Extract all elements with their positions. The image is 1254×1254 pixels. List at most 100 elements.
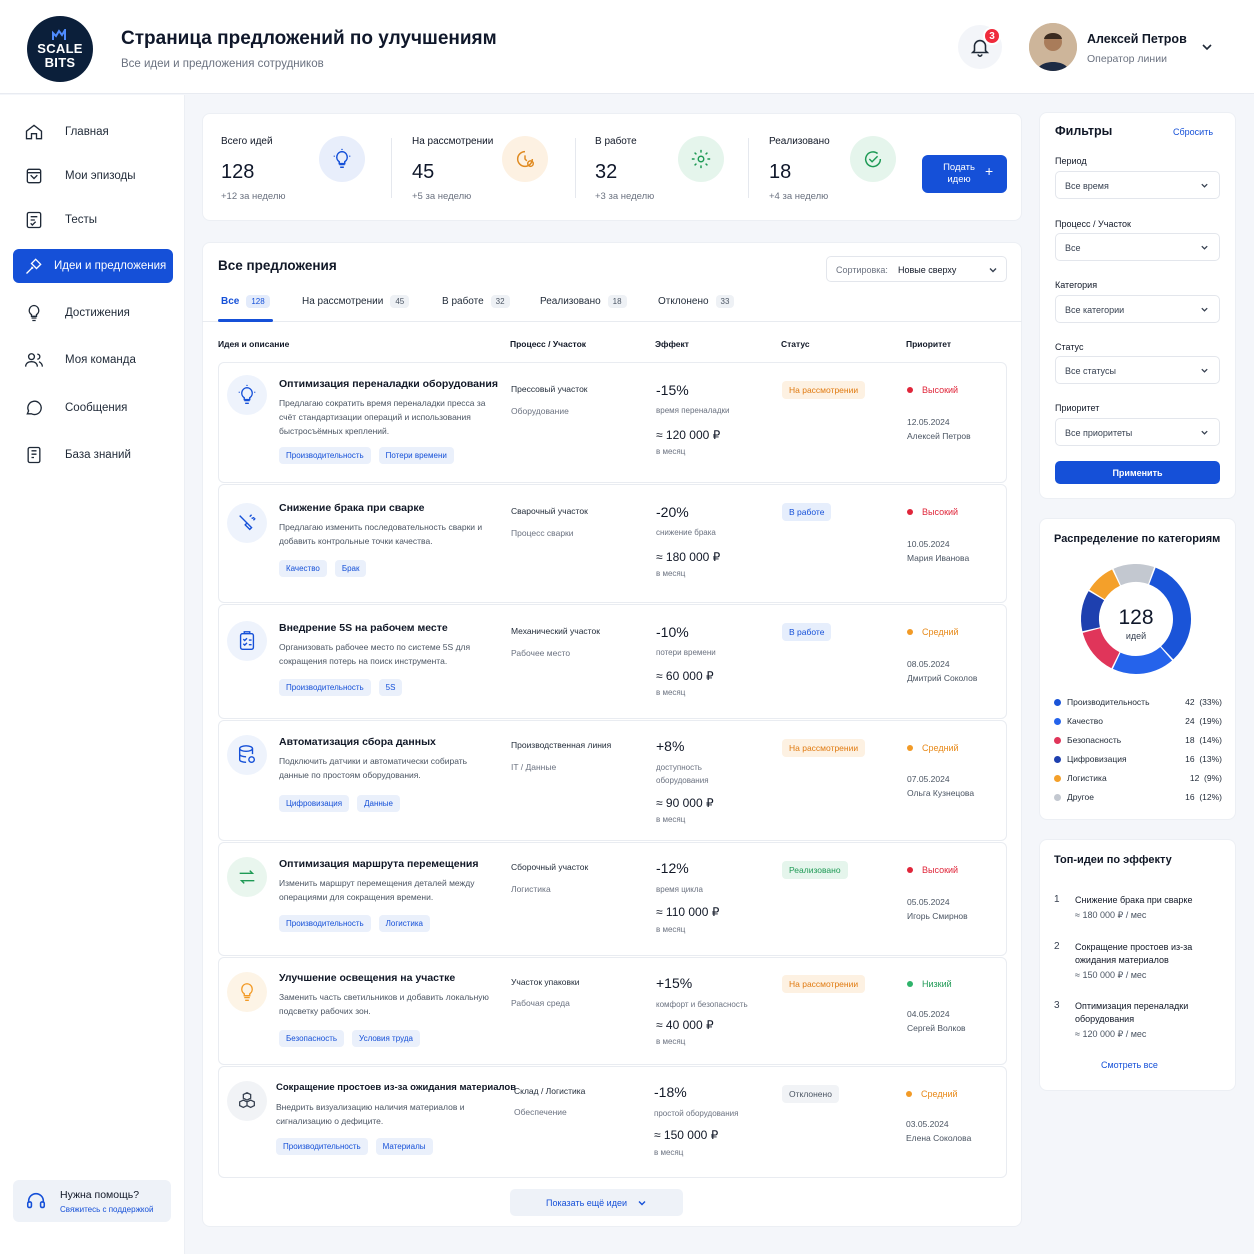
tag[interactable]: Логистика (378, 915, 430, 932)
clock-icon (502, 136, 548, 182)
tab-done[interactable]: Реализовано 18 (540, 294, 627, 308)
sort-select[interactable]: Сортировка: Новые сверху (826, 256, 1007, 282)
idea-description: Организовать рабочее место по системе 5S… (279, 642, 471, 666)
money-effect: ≈ 90 000 ₽ (656, 796, 714, 810)
table-row[interactable]: Оптимизация переналадки оборудования Пре… (218, 362, 1007, 483)
sidebar-item-team[interactable]: Моя команда (13, 343, 173, 377)
process-name: Прессовый участок (511, 384, 588, 394)
reset-filters-link[interactable]: Сбросить (1173, 127, 1213, 137)
tag[interactable]: Потери времени (378, 447, 454, 464)
scalebits-logo[interactable]: SCALE BITS (27, 16, 93, 82)
sidebar-item-tests[interactable]: Тесты (13, 203, 173, 237)
rank-number: 1 (1054, 894, 1060, 905)
process-select[interactable]: Все (1055, 233, 1220, 261)
idea-tags: Безопасность Условия труда (279, 1030, 420, 1047)
sidebar-item-home[interactable]: Главная (13, 115, 173, 149)
idea-description: Заменить часть светильников и добавить л… (279, 992, 489, 1016)
idea-title[interactable]: Оптимизация переналадки оборудования (279, 378, 498, 390)
sidebar-item-episodes[interactable]: Мои эпизоды (13, 159, 173, 193)
money-effect: ≈ 120 000 ₽ (656, 428, 721, 442)
select-value: Все приоритеты (1065, 428, 1133, 438)
idea-tags: Качество Брак (279, 560, 367, 577)
view-all-link[interactable]: Смотреть все (1101, 1060, 1158, 1070)
table-row[interactable]: Внедрение 5S на рабочем месте Организова… (218, 604, 1007, 719)
legend-item: Цифровизация 16 (13%) (1054, 753, 1222, 765)
tag[interactable]: Условия труда (352, 1030, 420, 1047)
avatar[interactable] (1029, 23, 1077, 71)
table-row[interactable]: Автоматизация сбора данных Подключить да… (218, 720, 1007, 841)
tag[interactable]: Качество (279, 560, 327, 577)
ideas-icon (23, 255, 45, 277)
money-effect: ≈ 60 000 ₽ (656, 669, 714, 683)
tag[interactable]: Производительность (279, 679, 371, 696)
tag[interactable]: Цифровизация (279, 795, 350, 812)
tag[interactable]: Производительность (279, 915, 371, 932)
idea-title[interactable]: Автоматизация сбора данных (279, 736, 436, 748)
tag[interactable]: Производительность (279, 447, 371, 464)
process-sub: Логистика (511, 884, 551, 894)
tab-label: В работе (442, 295, 484, 307)
sidebar-item-messages[interactable]: Сообщения (13, 391, 173, 425)
chevron-down-icon (637, 1198, 647, 1208)
status-select[interactable]: Все статусы (1055, 356, 1220, 384)
tab-label: Все (221, 295, 240, 307)
rank-number: 3 (1054, 1000, 1060, 1011)
priority-select[interactable]: Все приоритеты (1055, 418, 1220, 446)
tag[interactable]: Безопасность (279, 1030, 345, 1047)
team-icon (23, 349, 45, 371)
sidebar-item-knowledge-base[interactable]: База знаний (13, 438, 173, 472)
column-header-status: Статус (781, 339, 810, 349)
top-idea-item[interactable]: 1 Снижение брака при сварке ≈ 180 000 ₽ … (1054, 894, 1224, 934)
sidebar-item-ideas[interactable]: Идеи и предложения (13, 249, 173, 283)
idea-author: Сергей Волков (907, 1023, 966, 1033)
effect-value: -15% (656, 382, 689, 398)
tag[interactable]: 5S (378, 679, 403, 696)
help-card[interactable]: Нужна помощь? Свяжитесь с поддержкой (13, 1180, 171, 1222)
table-row[interactable]: Снижение брака при сварке Предлагаю изме… (218, 484, 1007, 603)
tag[interactable]: Материалы (375, 1138, 433, 1155)
period-select[interactable]: Все время (1055, 171, 1220, 199)
show-more-button[interactable]: Показать ещё идеи (510, 1189, 683, 1216)
sidebar-item-achievements[interactable]: Достижения (13, 296, 173, 330)
idea-title[interactable]: Сокращение простоев из-за ожидания матер… (276, 1082, 516, 1093)
table-row[interactable]: Улучшение освещения на участке Заменить … (218, 957, 1007, 1065)
table-row[interactable]: Оптимизация маршрута перемещения Изменит… (218, 842, 1007, 956)
effect-description: простой оборудования (654, 1109, 739, 1118)
user-name[interactable]: Алексей Петров (1087, 32, 1187, 46)
headset-icon (25, 1190, 47, 1212)
idea-description: Предлагаю изменить последовательность св… (279, 522, 483, 546)
tab-count: 32 (490, 294, 510, 308)
legend-item: Другое 16 (12%) (1054, 791, 1222, 803)
idea-tags: Производительность 5S (279, 679, 403, 696)
status-badge: На рассмотрении (782, 381, 866, 399)
filter-label-period: Период (1055, 156, 1087, 166)
top-idea-item[interactable]: 3 Оптимизация переналадки оборудования ≈… (1054, 1000, 1224, 1044)
support-link[interactable]: Свяжитесь с поддержкой (60, 1205, 153, 1214)
priority-text: Высокий (922, 507, 959, 517)
tab-in-work[interactable]: В работе 32 (442, 294, 510, 308)
stat-delta: +12 за неделю (221, 191, 286, 202)
priority-text: Средний (922, 743, 959, 753)
apply-filters-button[interactable]: Применить (1055, 461, 1220, 484)
tab-rejected[interactable]: Отклонено 33 (658, 294, 735, 308)
tag[interactable]: Производительность (276, 1138, 368, 1155)
top-idea-item[interactable]: 2 Сокращение простоев из-за ожидания мат… (1054, 941, 1224, 985)
idea-tags: Производительность Потери времени (279, 447, 454, 464)
status-badge: Отклонено (782, 1085, 839, 1103)
category-select[interactable]: Все категории (1055, 295, 1220, 323)
chevron-down-icon[interactable] (1200, 40, 1214, 54)
idea-title[interactable]: Улучшение освещения на участке (279, 972, 455, 984)
table-row[interactable]: Сокращение простоев из-за ожидания матер… (218, 1066, 1007, 1178)
idea-title[interactable]: Внедрение 5S на рабочем месте (279, 622, 448, 634)
tag[interactable]: Данные (357, 795, 400, 812)
status-badge: На рассмотрении (782, 975, 866, 993)
tab-all[interactable]: Все 128 (221, 294, 270, 308)
idea-title[interactable]: Снижение брака при сварке (279, 502, 424, 514)
idea-title[interactable]: Оптимизация маршрута перемещения (279, 858, 479, 870)
stats-card: Всего идей 128 +12 за неделю На рассмотр… (202, 113, 1022, 221)
submit-idea-button[interactable]: Подать идею + (922, 155, 1007, 193)
active-tab-indicator (218, 319, 273, 322)
tab-review[interactable]: На рассмотрении 45 (302, 294, 410, 308)
donut-slice-1 (1112, 646, 1173, 674)
tag[interactable]: Брак (334, 560, 367, 577)
